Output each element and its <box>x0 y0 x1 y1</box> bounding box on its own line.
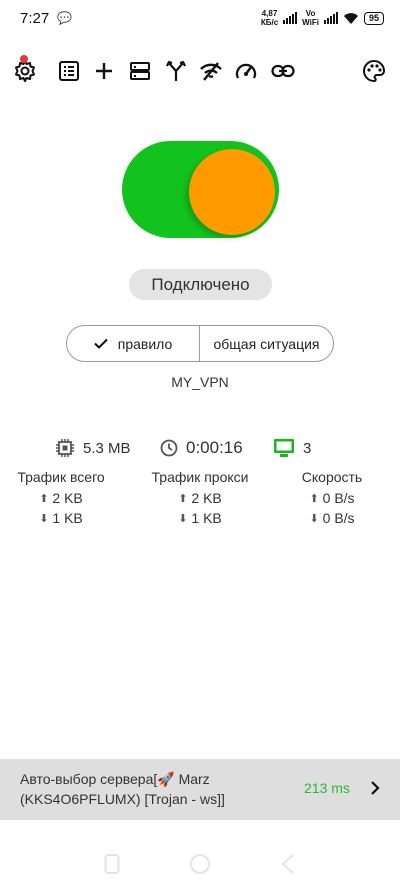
settings-button[interactable] <box>10 52 40 90</box>
upload-icon: ⬆ <box>39 492 49 505</box>
notification-dot <box>20 55 28 63</box>
server-name-line2: (KKS4O6PFLUMX) [Trojan - ws]] <box>20 791 225 807</box>
server-ping: 213 ms <box>304 780 350 796</box>
mode-rule-label: правило <box>117 335 173 352</box>
back-icon[interactable] <box>280 853 296 875</box>
add-button[interactable] <box>89 52 119 90</box>
speed-title: Скорость <box>301 469 363 485</box>
signal-icon-2 <box>323 12 338 24</box>
vpn-toggle-knob <box>189 149 275 235</box>
mode-global-button[interactable]: общая ситуация <box>200 326 333 361</box>
vowifi-bottom: WiFi <box>302 18 319 27</box>
status-right: 4,87 КБ/с Vo WiFi 95 <box>261 9 384 27</box>
server-name: Авто-выбор сервера[🚀 Marz (KKS4O6PFLUMX)… <box>20 769 280 809</box>
palette-icon <box>363 59 386 83</box>
download-icon: ⬇ <box>309 512 319 525</box>
mode-global-label: общая ситуация <box>213 335 320 352</box>
status-time: 7:27 <box>20 9 50 27</box>
link-button[interactable] <box>268 52 298 90</box>
proxy-traffic-up: ⬆ 2 KB <box>135 490 265 506</box>
network-speed: 4,87 КБ/с <box>261 9 278 27</box>
mode-selector: правило общая ситуация <box>66 325 334 362</box>
toolbar <box>0 52 400 90</box>
chat-bubble-icon: 💬 <box>57 11 73 25</box>
upload-icon: ⬆ <box>309 492 319 505</box>
stats-summary: 5.3 MB 0:00:16 3 <box>0 438 400 462</box>
system-nav-bar <box>0 840 400 889</box>
proxy-traffic-column: Трафик прокси ⬆ 2 KB ⬇ 1 KB <box>135 469 265 530</box>
wifi-icon <box>343 12 358 24</box>
proxy-traffic-up-value: 2 KB <box>191 490 222 506</box>
link-icon <box>271 64 295 78</box>
download-icon: ⬇ <box>178 512 188 525</box>
speed-up: ⬆ 0 B/s <box>267 490 397 506</box>
download-icon: ⬇ <box>39 512 49 525</box>
monitor-icon <box>274 439 294 457</box>
total-traffic-down-value: 1 KB <box>52 510 83 526</box>
list-icon <box>59 61 79 81</box>
memory-stat: 5.3 MB <box>55 438 131 458</box>
home-icon[interactable] <box>189 853 211 875</box>
total-traffic-title: Трафик всего <box>17 469 105 485</box>
server-name-line1: Авто-выбор сервера[🚀 Marz <box>20 771 210 787</box>
speed-down: ⬇ 0 B/s <box>267 510 397 526</box>
routing-button[interactable] <box>161 52 191 90</box>
clock-icon <box>160 439 178 457</box>
chip-icon <box>56 439 74 457</box>
mode-rule-button[interactable]: правило <box>67 326 200 361</box>
total-traffic-up-value: 2 KB <box>52 490 83 506</box>
battery-icon: 95 <box>363 11 384 25</box>
wifi-slash-icon <box>200 62 222 81</box>
upload-icon: ⬆ <box>178 492 188 505</box>
network-speed-unit: КБ/с <box>260 18 279 27</box>
total-traffic-column: Трафик всего ⬆ 2 KB ⬇ 1 KB <box>0 469 126 530</box>
connections-value: 3 <box>303 439 312 457</box>
total-traffic-up: ⬆ 2 KB <box>0 490 126 506</box>
check-icon <box>94 338 108 349</box>
proxy-traffic-down-value: 1 KB <box>191 510 222 526</box>
profile-name: MY_VPN <box>171 374 229 390</box>
total-traffic-down: ⬇ 1 KB <box>0 510 126 526</box>
vowifi-top: Vo <box>305 9 316 18</box>
fork-icon <box>166 60 186 81</box>
network-button[interactable] <box>196 52 226 90</box>
status-bar: 7:27 💬 4,87 КБ/с Vo WiFi 95 <box>0 0 400 36</box>
plus-icon <box>96 63 112 79</box>
servers-button[interactable] <box>125 52 155 90</box>
speed-column: Скорость ⬆ 0 B/s ⬇ 0 B/s <box>267 469 397 530</box>
uptime-stat: 0:00:16 <box>160 438 243 458</box>
speed-down-value: 0 B/s <box>322 510 355 526</box>
vowifi-indicator: Vo WiFi <box>302 9 319 27</box>
logs-button[interactable] <box>54 52 84 90</box>
servers-icon <box>130 62 150 80</box>
vpn-toggle-switch[interactable] <box>122 141 279 238</box>
speed-up-value: 0 B/s <box>322 490 355 506</box>
signal-icon <box>283 12 298 24</box>
proxy-traffic-title: Трафик прокси <box>151 469 249 485</box>
recents-icon[interactable] <box>104 853 120 875</box>
network-speed-value: 4,87 <box>261 9 278 18</box>
memory-value: 5.3 MB <box>83 439 131 457</box>
theme-button[interactable] <box>359 52 389 90</box>
speedometer-icon <box>235 63 257 79</box>
connection-status-badge: Подключено <box>129 269 272 300</box>
speed-test-button[interactable] <box>231 52 261 90</box>
selected-server-bar[interactable]: Авто-выбор сервера[🚀 Marz (KKS4O6PFLUMX)… <box>0 759 400 820</box>
uptime-value: 0:00:16 <box>186 438 243 457</box>
chevron-right-icon <box>371 781 380 795</box>
connections-stat: 3 <box>273 438 311 458</box>
proxy-traffic-down: ⬇ 1 KB <box>135 510 265 526</box>
